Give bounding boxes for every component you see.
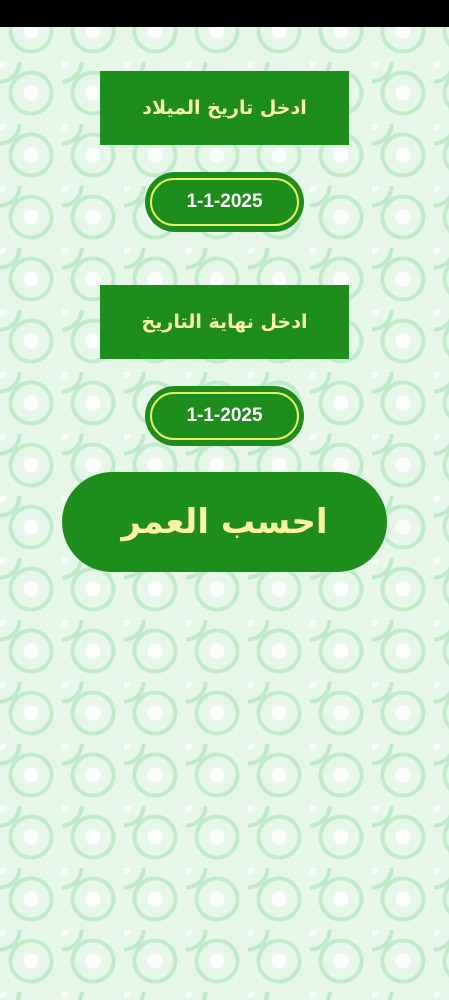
calculate-age-button[interactable]: احسب العمر [62,472,387,572]
calculate-age-button-label: احسب العمر [121,502,328,542]
end-date-field[interactable]: 1-1-2025 [150,392,299,440]
birth-date-value: 1-1-2025 [186,191,263,212]
birth-date-field[interactable]: 1-1-2025 [150,178,299,226]
birth-date-label: ادخل تاريخ الميلاد [100,71,349,145]
end-date-label: ادخل نهاية التاريخ [100,285,349,359]
status-bar [0,0,449,27]
end-date-value: 1-1-2025 [186,405,263,426]
birth-date-label-text: ادخل تاريخ الميلاد [142,97,307,119]
birth-date-picker[interactable]: 1-1-2025 [145,172,304,232]
end-date-picker[interactable]: 1-1-2025 [145,386,304,446]
end-date-label-text: ادخل نهاية التاريخ [141,311,308,333]
